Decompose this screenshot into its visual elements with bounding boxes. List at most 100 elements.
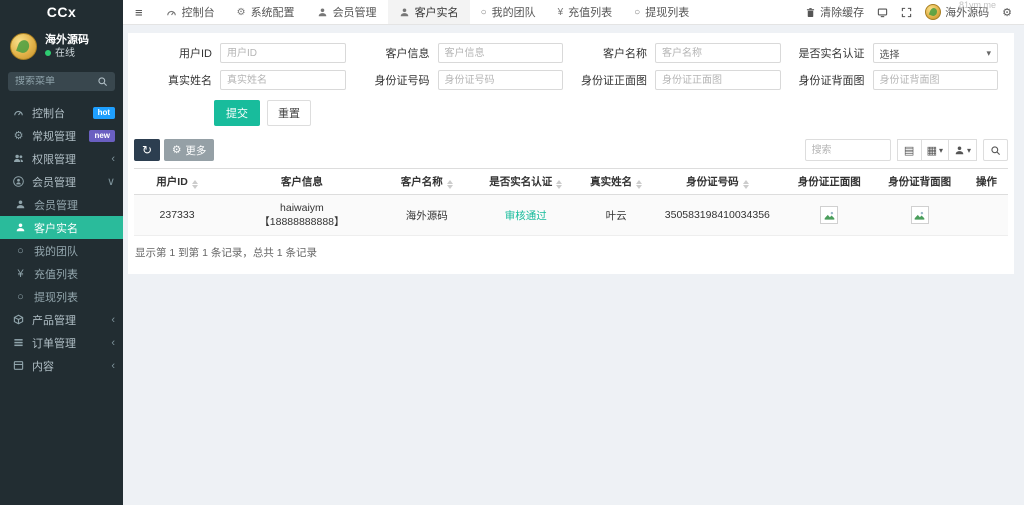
- verify-status-select[interactable]: 选择 ▾: [873, 43, 999, 63]
- field-customer-name: 客户名称: [571, 43, 789, 63]
- clear-cache-button[interactable]: 清除缓存: [805, 4, 864, 20]
- search-icon: [97, 76, 108, 87]
- sidebar-item-general[interactable]: ⚙ 常规管理 new: [0, 124, 123, 147]
- sidebar-item-permissions[interactable]: 权限管理 ‹: [0, 147, 123, 170]
- more-button[interactable]: ⚙ 更多: [164, 139, 214, 161]
- id-front-input[interactable]: [655, 70, 781, 90]
- columns-button[interactable]: ▦▾: [922, 139, 949, 161]
- customer-name-input[interactable]: [655, 43, 781, 63]
- lock-screen-icon[interactable]: [877, 7, 888, 18]
- tab-dashboard[interactable]: 控制台: [155, 0, 226, 24]
- avatar: [10, 33, 37, 60]
- refresh-button[interactable]: ↻: [134, 139, 160, 161]
- col-id-back: 身份证背面图: [874, 169, 964, 195]
- toolbar-right: ▤ ▦▾ ▾: [805, 139, 1008, 161]
- sidebar-item-products[interactable]: 产品管理 ‹: [0, 308, 123, 331]
- sort-icon[interactable]: [447, 180, 453, 189]
- chevron-down-icon: ∨: [107, 175, 115, 188]
- broken-image-icon[interactable]: [911, 206, 929, 224]
- users-icon: [12, 153, 25, 164]
- circle-icon: ○: [481, 7, 487, 18]
- submit-button[interactable]: 提交: [214, 100, 260, 126]
- sidebar-search-input[interactable]: [15, 76, 97, 87]
- new-badge: new: [89, 130, 115, 142]
- form-buttons: 提交 重置: [128, 90, 1014, 130]
- user-id-input[interactable]: [220, 43, 346, 63]
- sort-icon[interactable]: [192, 180, 198, 189]
- field-customer-info: 客户信息: [354, 43, 572, 63]
- broken-image-icon[interactable]: [820, 206, 838, 224]
- columns-grid-icon: ▦: [927, 144, 937, 157]
- col-actions: 操作: [965, 169, 1008, 195]
- sidebar-subitem-member-manage[interactable]: 会员管理: [0, 193, 123, 216]
- sidebar-subitem-recharge-list[interactable]: ¥ 充值列表: [0, 262, 123, 285]
- tab-system-config[interactable]: ⚙ 系统配置: [226, 0, 306, 24]
- pagination-summary: 显示第 1 到第 1 条记录，总共 1 条记录: [128, 236, 1014, 272]
- gear-icon: ⚙: [172, 144, 181, 156]
- table-search-input[interactable]: [805, 139, 891, 161]
- tab-recharge-list[interactable]: ¥ 充值列表: [547, 0, 624, 24]
- table-row[interactable]: 237333 haiwaiym 【18888888888】 海外源码 审核通过 …: [134, 195, 1008, 236]
- user-status: 在线: [45, 47, 89, 60]
- sort-icon[interactable]: [636, 180, 642, 189]
- user-icon: [14, 222, 27, 233]
- settings-gear-icon[interactable]: ⚙: [1002, 6, 1012, 19]
- table-view-buttons: ▤ ▦▾ ▾: [897, 139, 977, 161]
- circle-icon: ○: [14, 245, 27, 257]
- search-button[interactable]: [983, 139, 1008, 161]
- toggle-pagination-button[interactable]: ▤: [897, 139, 922, 161]
- top-navbar: ≡ 控制台 ⚙ 系统配置 会员管理 客户实名: [123, 0, 1024, 25]
- chevron-left-icon: ‹: [111, 360, 115, 372]
- cell-real-name: 叶云: [582, 195, 651, 236]
- col-customer-name[interactable]: 客户名称: [384, 169, 470, 195]
- tab-customer-verify[interactable]: 客户实名: [388, 0, 470, 24]
- verify-status-link[interactable]: 审核通过: [505, 210, 547, 222]
- sidebar-item-orders[interactable]: 订单管理 ‹: [0, 331, 123, 354]
- reset-button[interactable]: 重置: [267, 100, 311, 126]
- user-icon: [399, 7, 410, 18]
- dashboard-icon: [166, 7, 177, 18]
- tab-member-manage[interactable]: 会员管理: [306, 0, 388, 24]
- hot-badge: hot: [93, 107, 115, 119]
- sidebar-search[interactable]: [8, 72, 115, 91]
- yen-icon: ¥: [14, 268, 27, 280]
- cell-customer-info: haiwaiym 【18888888888】: [220, 195, 384, 236]
- hamburger-icon[interactable]: ≡: [123, 0, 155, 24]
- sidebar-subitem-customer-verify[interactable]: 客户实名: [0, 216, 123, 239]
- cell-user-id: 237333: [134, 195, 220, 236]
- col-id-number[interactable]: 身份证号码: [651, 169, 784, 195]
- cell-actions: [965, 195, 1008, 236]
- user-menu[interactable]: 海外源码: [925, 4, 989, 20]
- id-back-input[interactable]: [873, 70, 999, 90]
- circle-icon: ○: [634, 7, 640, 18]
- sort-icon[interactable]: [743, 180, 749, 189]
- table-toolbar: ↻ ⚙ 更多 ▤ ▦▾ ▾: [128, 130, 1014, 168]
- sidebar-subitem-withdraw-list[interactable]: ○ 提现列表: [0, 285, 123, 308]
- caret-down-icon: ▾: [986, 48, 991, 59]
- fullscreen-icon[interactable]: [901, 7, 912, 18]
- user-icon: [317, 7, 328, 18]
- real-name-input[interactable]: [220, 70, 346, 90]
- cell-customer-name: 海外源码: [384, 195, 470, 236]
- sidebar-item-members[interactable]: 会员管理 ∨: [0, 170, 123, 193]
- field-user-id: 用户ID: [136, 43, 354, 63]
- tab-my-team[interactable]: ○ 我的团队: [470, 0, 547, 24]
- table-header-row: 用户ID 客户信息 客户名称 是否实名认证 真实姓名 身份证号码 身份证正面图 …: [134, 169, 1008, 195]
- col-real-name[interactable]: 真实姓名: [582, 169, 651, 195]
- cell-id-number: 350583198410034356: [651, 195, 784, 236]
- customer-info-input[interactable]: [438, 43, 564, 63]
- sidebar-item-content[interactable]: 内容 ‹: [0, 354, 123, 377]
- yen-icon: ¥: [558, 7, 564, 18]
- field-real-name: 真实姓名: [136, 70, 354, 90]
- search-icon: [990, 145, 1001, 156]
- export-button[interactable]: ▾: [949, 139, 977, 161]
- col-verify-status[interactable]: 是否实名认证: [470, 169, 582, 195]
- col-user-id[interactable]: 用户ID: [134, 169, 220, 195]
- tab-withdraw-list[interactable]: ○ 提现列表: [623, 0, 700, 24]
- id-number-input[interactable]: [438, 70, 564, 90]
- filter-form: 用户ID 客户信息 客户名称 是否实名认证 选择: [128, 41, 1014, 90]
- sort-icon[interactable]: [556, 180, 562, 189]
- orders-icon: [12, 337, 25, 348]
- sidebar-item-dashboard[interactable]: 控制台 hot: [0, 101, 123, 124]
- sidebar-subitem-my-team[interactable]: ○ 我的团队: [0, 239, 123, 262]
